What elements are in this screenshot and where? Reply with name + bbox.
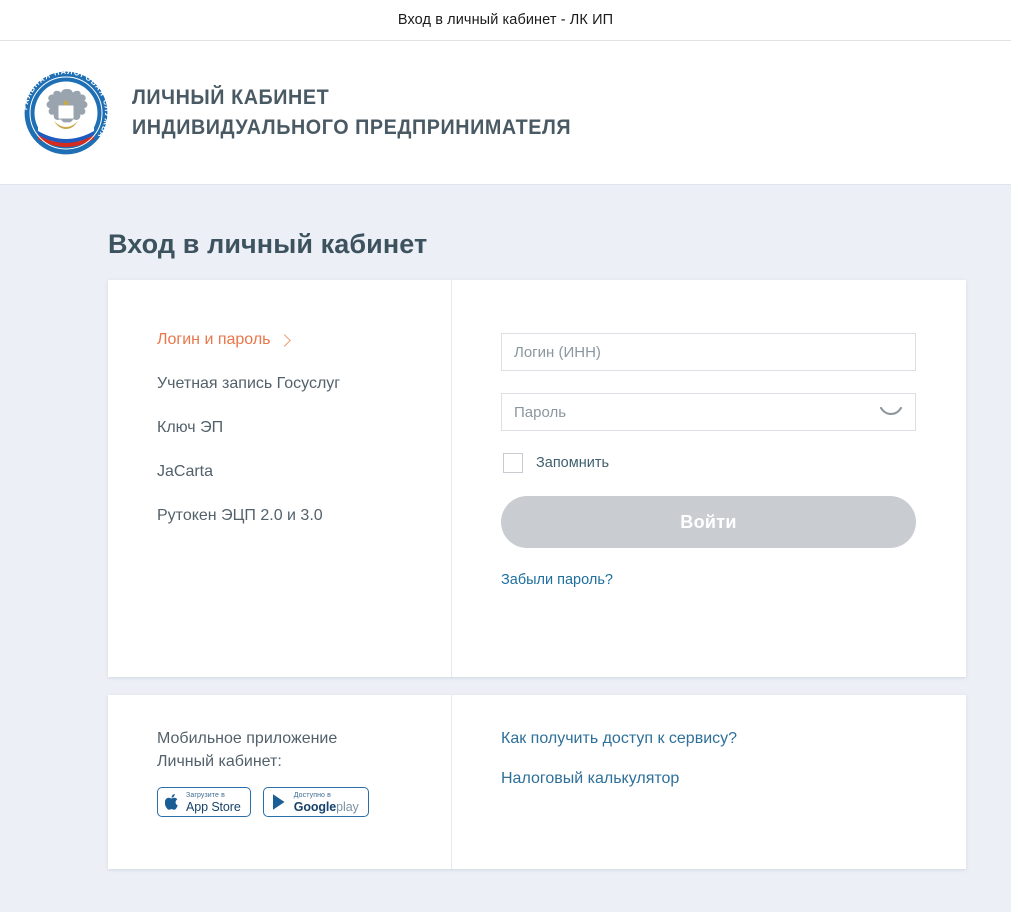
auth-method-ep-key[interactable]: Ключ ЭП — [157, 419, 451, 437]
auth-methods-column: Логин и пароль Учетная запись Госуслуг К… — [108, 280, 452, 677]
auth-method-label: JaCarta — [157, 463, 214, 480]
google-play-icon — [271, 793, 288, 811]
auth-method-label: Учетная запись Госуслуг — [157, 375, 341, 392]
auth-method-jacarta[interactable]: JaCarta — [157, 463, 451, 481]
page-content: Вход в личный кабинет Логин и пароль Уче… — [0, 229, 1011, 869]
brand-line-1: ЛИЧНЫЙ КАБИНЕТ — [132, 86, 330, 109]
app-store-badge[interactable]: Загрузите в App Store — [157, 787, 251, 818]
google-play-badge[interactable]: Доступно в Googleplay — [262, 787, 369, 818]
app-store-badge-text: Загрузите в App Store — [186, 792, 241, 814]
google-play-badge-big-suffix: play — [336, 799, 359, 814]
site-header: ФЕДЕРАЛЬНАЯ НАЛОГОВАЯ СЛУЖБА — [0, 41, 1011, 185]
mobile-app-column: Мобильное приложение Личный кабинет: Заг… — [108, 695, 452, 869]
info-links-list: Как получить доступ к сервису? Налоговый… — [452, 695, 966, 788]
remember-row: Запомнить — [503, 453, 916, 473]
password-field-wrap — [501, 393, 916, 431]
window-titlebar: Вход в личный кабинет - ЛК ИП — [0, 0, 1011, 41]
password-input[interactable] — [501, 393, 916, 431]
mobile-app-title: Мобильное приложение Личный кабинет: — [157, 728, 451, 773]
login-field-wrap — [501, 333, 916, 371]
eye-closed-icon[interactable] — [879, 405, 903, 418]
brand-line-2: ИНДИВИДУАЛЬНОГО ПРЕДПРИНИМАТЕЛЯ — [132, 116, 572, 139]
auth-method-label: Ключ ЭП — [157, 419, 224, 436]
info-links-column: Как получить доступ к сервису? Налоговый… — [452, 695, 966, 869]
app-store-badge-small: Загрузите в — [186, 791, 225, 799]
info-card: Мобильное приложение Личный кабинет: Заг… — [108, 695, 966, 869]
login-input[interactable] — [501, 333, 916, 371]
mobile-app-title-line-2: Личный кабинет: — [157, 752, 282, 770]
mobile-app-title-line-1: Мобильное приложение — [157, 730, 338, 747]
google-play-badge-small: Доступно в — [293, 791, 331, 799]
login-form-column: Запомнить Войти Забыли пароль? — [452, 280, 966, 677]
google-play-badge-text: Доступно в Googleplay — [294, 792, 359, 814]
submit-login-button[interactable]: Войти — [501, 496, 916, 548]
fns-emblem-icon[interactable]: ФЕДЕРАЛЬНАЯ НАЛОГОВАЯ СЛУЖБА — [10, 54, 118, 165]
brand-title: ЛИЧНЫЙ КАБИНЕТ ИНДИВИДУАЛЬНОГО ПРЕДПРИНИ… — [132, 87, 599, 138]
remember-label[interactable]: Запомнить — [536, 455, 609, 471]
google-play-badge-big-main: Google — [293, 799, 337, 814]
auth-methods-list: Логин и пароль Учетная запись Госуслуг К… — [108, 280, 451, 525]
auth-method-label: Логин и пароль — [157, 331, 271, 348]
remember-checkbox[interactable] — [503, 453, 523, 473]
google-play-badge-big: Googleplay — [293, 799, 359, 814]
window-title: Вход в личный кабинет - ЛК ИП — [397, 12, 614, 28]
auth-method-gosuslugi[interactable]: Учетная запись Госуслуг — [157, 375, 451, 393]
mobile-app-block: Мобильное приложение Личный кабинет: Заг… — [108, 695, 451, 818]
auth-method-rutoken[interactable]: Рутокен ЭЦП 2.0 и 3.0 — [157, 507, 451, 525]
how-to-get-access-link[interactable]: Как получить доступ к сервису? — [501, 730, 966, 748]
chevron-right-icon — [277, 333, 291, 347]
auth-method-login-password[interactable]: Логин и пароль — [157, 331, 451, 349]
app-store-badge-big: App Store — [186, 799, 241, 814]
tax-calculator-link[interactable]: Налоговый калькулятор — [501, 770, 966, 788]
page-title: Вход в личный кабинет — [108, 229, 428, 259]
login-card: Логин и пароль Учетная запись Госуслуг К… — [108, 280, 966, 677]
apple-logo-icon — [165, 793, 180, 811]
store-badges: Загрузите в App Store Доступно в Googlep… — [157, 787, 451, 818]
login-form: Запомнить Войти Забыли пароль? — [452, 280, 966, 589]
forgot-password-link[interactable]: Забыли пароль? — [501, 572, 613, 588]
auth-method-label: Рутокен ЭЦП 2.0 и 3.0 — [157, 507, 323, 524]
